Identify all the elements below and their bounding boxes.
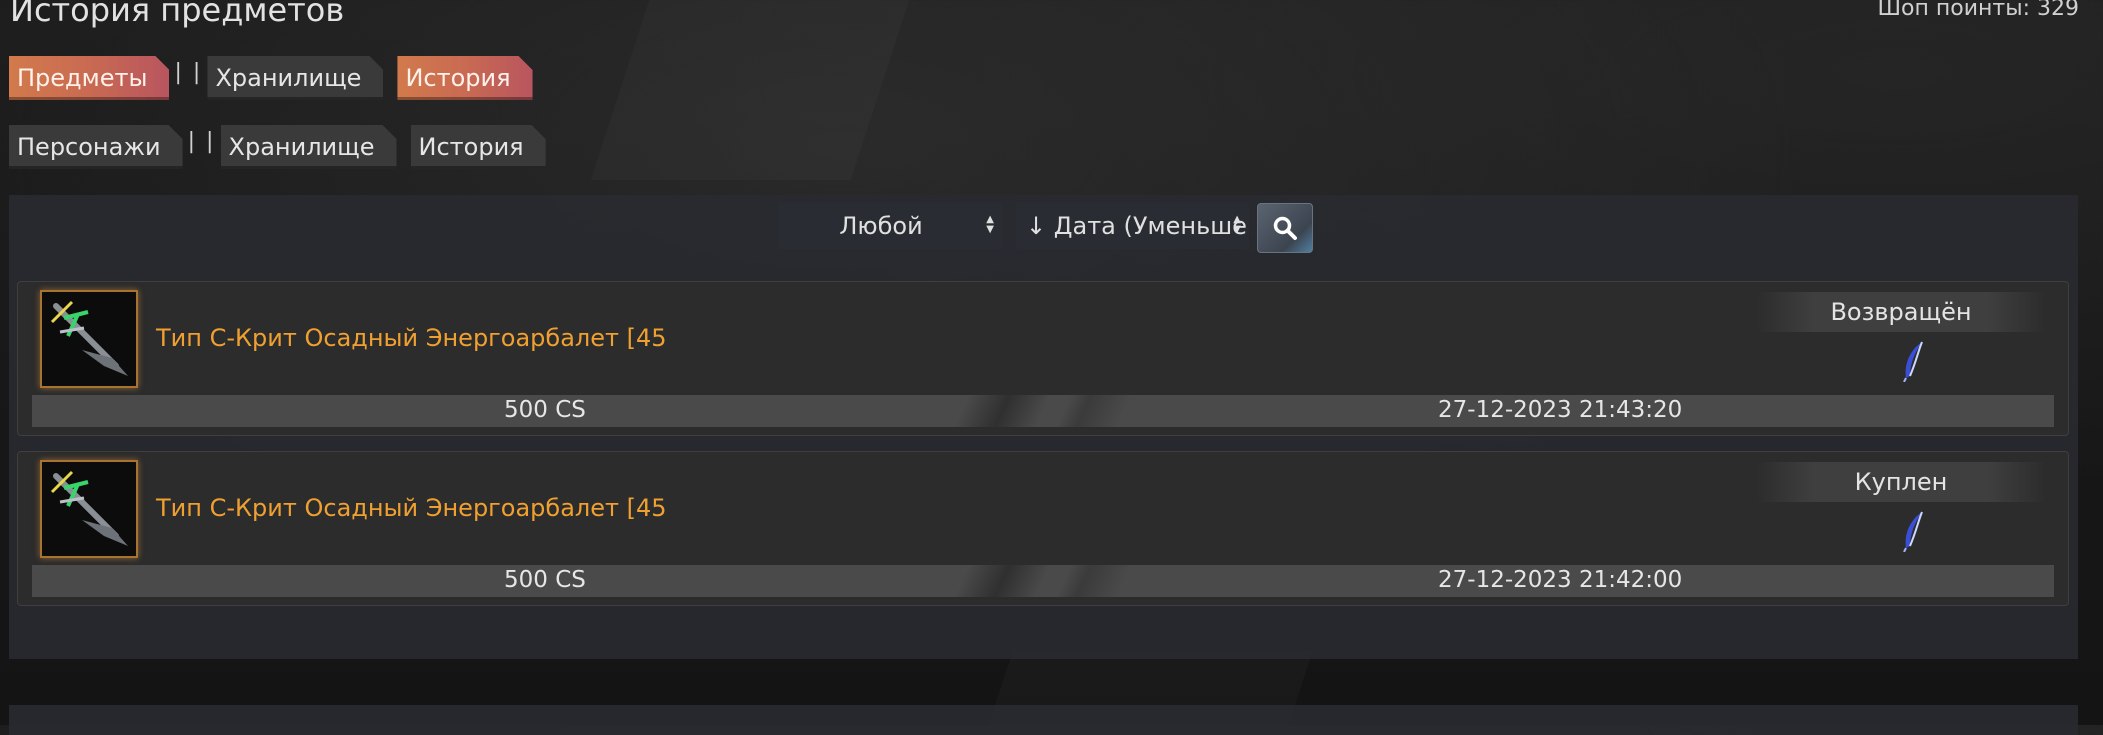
feather-currency-icon: [1903, 511, 1923, 552]
tab-items[interactable]: Предметы: [9, 56, 169, 100]
crossbow-item-icon[interactable]: [40, 460, 138, 558]
type-filter-value: Любой: [839, 212, 923, 240]
item-info-bar: 500 CS 27-12-2023 21:42:00: [32, 565, 2054, 597]
tab-characters-storage[interactable]: Хранилище: [221, 125, 397, 169]
select-arrows-icon: ▲ ▼: [986, 214, 994, 235]
select-arrows-icon: ▲ ▼: [1233, 214, 1241, 235]
history-panel: Любой ▲ ▼ ↓ Дата (Уменьшен ▲ ▼ Тип С-Кри…: [9, 195, 2078, 659]
tab-separator: | |: [187, 129, 216, 154]
tab-items-storage[interactable]: Хранилище: [207, 56, 383, 100]
status-badge: Куплен: [1756, 462, 2046, 502]
history-item: Тип С-Крит Осадный Энергоарбалет [45 Куп…: [17, 451, 2069, 606]
tab-separator: | |: [174, 60, 203, 85]
shop-points: Шоп поинты: 329: [1877, 0, 2079, 21]
status-badge: Возвращён: [1756, 292, 2046, 332]
background-decoration: [591, 0, 909, 180]
item-date: 27-12-2023 21:42:00: [1438, 567, 1683, 593]
item-price: 500 CS: [504, 397, 586, 423]
item-date: 27-12-2023 21:43:20: [1438, 397, 1683, 423]
search-button[interactable]: [1257, 203, 1313, 253]
feather-currency-icon: [1903, 341, 1923, 382]
sort-value: ↓ Дата (Уменьшен: [1026, 212, 1249, 240]
item-name-link[interactable]: Тип С-Крит Осадный Энергоарбалет [45: [156, 494, 667, 522]
filter-bar: Любой ▲ ▼ ↓ Дата (Уменьшен ▲ ▼: [9, 203, 2078, 255]
item-info-bar: 500 CS 27-12-2023 21:43:20: [32, 395, 2054, 427]
tabs-row-characters: Персонажи | | Хранилище История: [9, 125, 546, 169]
crossbow-item-icon[interactable]: [40, 290, 138, 388]
item-price: 500 CS: [504, 567, 586, 593]
tab-characters-history[interactable]: История: [411, 125, 546, 169]
sort-select[interactable]: ↓ Дата (Уменьшен ▲ ▼: [1016, 203, 1249, 249]
lower-panel: [9, 705, 2078, 735]
page-title: История предметов: [10, 0, 345, 29]
tabs-row-items: Предметы | | Хранилище История: [9, 56, 533, 100]
type-filter-select[interactable]: Любой ▲ ▼: [778, 203, 1002, 249]
search-icon: [1273, 216, 1297, 240]
tab-characters[interactable]: Персонажи: [9, 125, 183, 169]
history-item: Тип С-Крит Осадный Энергоарбалет [45 Воз…: [17, 281, 2069, 436]
tab-items-history[interactable]: История: [397, 56, 532, 100]
item-name-link[interactable]: Тип С-Крит Осадный Энергоарбалет [45: [156, 324, 667, 352]
